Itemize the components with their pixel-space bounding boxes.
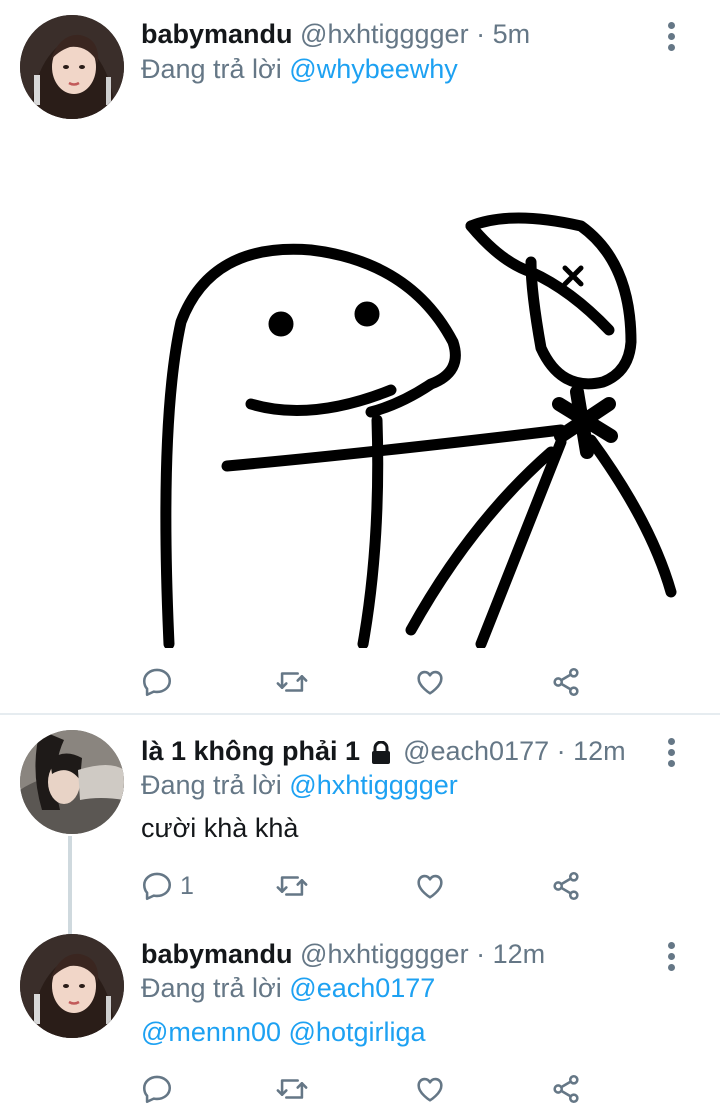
more-icon[interactable] [668,22,678,55]
display-name[interactable]: là 1 không phải 1 [141,736,360,766]
reply-prefix: Đang trả lời [141,54,282,84]
share-button[interactable] [549,864,583,908]
mention-link[interactable]: @hotgirliga [289,1017,426,1047]
user-handle[interactable]: @hxhtigggger [300,19,469,49]
replying-to: Đang trả lời @each0177 [141,971,435,1005]
timestamp[interactable]: 12m [573,736,626,766]
lock-icon [371,740,390,764]
reply-prefix: Đang trả lời [141,770,282,800]
reply-count: 1 [180,871,194,900]
user-handle[interactable]: @hxhtigggger [300,939,469,969]
user-handle[interactable]: @each0177 [403,736,549,766]
reply-prefix: Đang trả lời [141,973,282,1003]
tweet-header: babymandu @hxhtigggger · 5m [141,17,530,51]
tweet-text: @mennn00 @hotgirliga [141,1015,426,1049]
reply-button[interactable]: 1 [140,864,194,908]
display-name[interactable]: babymandu [141,939,293,969]
reply-mention[interactable]: @hxhtigggger [289,770,458,800]
tweet-2[interactable]: là 1 không phải 1 @each0177 · 12m Đang t… [0,716,720,930]
more-icon[interactable] [668,738,678,771]
avatar[interactable] [20,15,124,119]
timestamp[interactable]: 12m [493,939,546,969]
display-name[interactable]: babymandu [141,19,293,49]
retweet-button[interactable] [275,660,315,704]
separator: · [476,939,486,969]
tweet-actions [0,1067,720,1111]
like-button[interactable] [413,660,453,704]
timestamp[interactable]: 5m [493,19,531,49]
tweet-actions [0,660,720,704]
tweet-media-image[interactable] [141,122,681,650]
mention-link[interactable]: @mennn00 [141,1017,281,1047]
tweet-text: cười khà khà [141,813,299,843]
like-button[interactable] [413,1067,453,1111]
retweet-button[interactable] [275,1067,315,1111]
avatar[interactable] [20,730,124,834]
share-button[interactable] [549,660,583,704]
more-icon[interactable] [668,942,678,975]
avatar[interactable] [20,934,124,1038]
separator: · [556,736,566,766]
tweet-actions: 1 [0,864,720,908]
reply-mention[interactable]: @whybeewhy [289,54,458,84]
replying-to: Đang trả lời @whybeewhy [141,52,458,86]
share-icon [553,871,579,901]
reply-button[interactable] [140,660,180,704]
divider [0,713,720,715]
like-icon [417,1077,443,1102]
share-button[interactable] [549,1067,583,1111]
like-icon [417,670,443,695]
reply-mention[interactable]: @each0177 [289,973,435,1003]
tweet-1[interactable]: babymandu @hxhtigggger · 5m Đang trả lời… [0,0,720,714]
like-icon [417,874,443,899]
separator: · [476,19,486,49]
share-icon [553,1074,579,1104]
retweet-icon [276,1079,308,1099]
tweet-header: là 1 không phải 1 @each0177 · 12m [141,734,626,768]
reply-icon [142,668,172,697]
reply-button[interactable] [140,1067,180,1111]
retweet-button[interactable] [275,864,315,908]
replying-to: Đang trả lời @hxhtigggger [141,768,458,802]
like-button[interactable] [413,864,453,908]
reply-icon [142,872,172,901]
tweet-header: babymandu @hxhtigggger · 12m [141,937,545,971]
retweet-icon [276,876,308,896]
share-icon [553,667,579,697]
reply-icon [142,1075,172,1104]
tweet-3[interactable]: babymandu @hxhtigggger · 12m Đang trả lờ… [0,920,720,1110]
retweet-icon [276,672,308,692]
